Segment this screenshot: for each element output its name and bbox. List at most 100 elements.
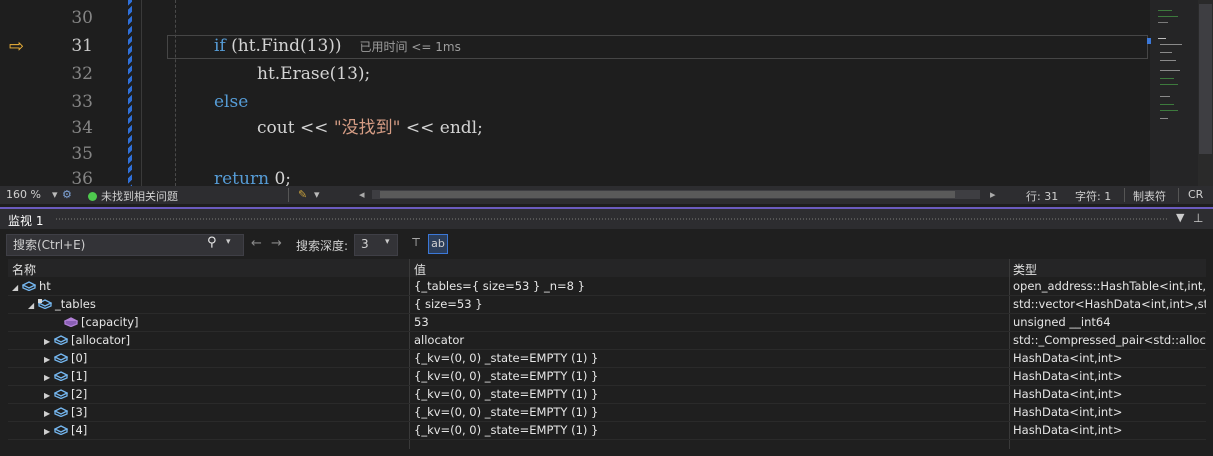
watch-type: HashData<int,int> <box>1013 405 1123 419</box>
line-number: 32 <box>71 64 93 84</box>
code-text-36[interactable]: return 0; <box>214 168 291 186</box>
watch-type: HashData<int,int> <box>1013 423 1123 437</box>
line-indicator[interactable]: 行: 31 <box>1026 188 1058 204</box>
blue-cube-icon <box>54 389 68 399</box>
code-editor[interactable]: ⇨ 30 31 32 33 34 35 36 if (ht.Find(13)) 已… <box>0 0 1213 186</box>
search-next-arrow-icon[interactable]: → <box>271 236 282 251</box>
column-header-name[interactable]: 名称 <box>12 261 36 278</box>
line-number: 35 <box>71 144 93 164</box>
watch-value[interactable]: {_kv=(0, 0) _state=EMPTY (1) } <box>414 387 598 401</box>
column-header-type[interactable]: 类型 <box>1013 261 1037 278</box>
collapsed-triangle-icon[interactable]: ▶ <box>44 355 54 364</box>
watch-value[interactable]: {_kv=(0, 0) _state=EMPTY (1) } <box>414 423 598 437</box>
tabs-indicator[interactable]: 制表符 <box>1133 188 1166 204</box>
line-number: 30 <box>71 8 93 28</box>
watch-panel: 监视 1 ▼ ⊥ ⚲ ▾ ← → 搜索深度: 3 ▾ ⊤ ab 名称 值 类型 … <box>0 209 1213 456</box>
elapsed-time-perftip[interactable]: 已用时间 <= 1ms <box>360 40 461 54</box>
purple-cube-icon <box>64 317 78 327</box>
watch-type: HashData<int,int> <box>1013 351 1123 365</box>
watch-search-input[interactable] <box>11 236 195 254</box>
watch-row[interactable]: ▶ [3] {_kv=(0, 0) _state=EMPTY (1) } Hash… <box>8 404 1206 422</box>
code-line-34[interactable]: 34 <box>0 117 1150 140</box>
line-number: 31 <box>71 36 93 56</box>
code-line-32[interactable]: 32 <box>0 63 1150 86</box>
code-line-36[interactable]: 36 <box>0 168 1150 186</box>
watch-value[interactable]: {_kv=(0, 0) _state=EMPTY (1) } <box>414 405 598 419</box>
search-icon[interactable]: ⚲ <box>207 235 217 250</box>
watch-row[interactable]: ▶ [1] {_kv=(0, 0) _state=EMPTY (1) } Hash… <box>8 368 1206 386</box>
watch-type: HashData<int,int> <box>1013 387 1123 401</box>
intellicode-icon[interactable]: ⚙ <box>62 188 72 201</box>
search-previous-arrow-icon[interactable]: ← <box>251 236 262 251</box>
cleanup-dropdown-chevron-icon[interactable]: ▾ <box>314 188 320 201</box>
watch-type: std::vector<HashData<int,int>,std... <box>1013 297 1206 311</box>
watch-value[interactable]: {_kv=(0, 0) _state=EMPTY (1) } <box>414 351 598 365</box>
watch-value[interactable]: { size=53 } <box>414 297 483 311</box>
watch-panel-header[interactable]: 监视 1 ▼ ⊥ <box>0 209 1213 229</box>
vertical-scrollbar-thumb[interactable] <box>1199 4 1212 154</box>
watch-row[interactable]: ◢ ht {_tables={ size=53 } _n=8 } open_add… <box>8 278 1206 296</box>
collapsed-triangle-icon[interactable]: ▶ <box>44 427 54 436</box>
watch-toolbar: ⚲ ▾ ← → 搜索深度: 3 ▾ ⊤ ab <box>0 231 1213 257</box>
zoom-level[interactable]: 160 % <box>6 188 41 201</box>
blue-cube-icon <box>54 425 68 435</box>
collapsed-triangle-icon[interactable]: ▶ <box>44 391 54 400</box>
expanded-triangle-icon[interactable]: ◢ <box>12 283 22 292</box>
char-indicator[interactable]: 字符: 1 <box>1075 188 1111 204</box>
breakpoint-marker <box>1147 38 1151 44</box>
header-grip <box>56 218 1168 220</box>
pin-watch-icon[interactable]: ⊤ <box>407 234 425 252</box>
change-tracking-bar <box>128 0 132 186</box>
watch-row[interactable]: ▶ [allocator] allocator std::_Compressed_… <box>8 332 1206 350</box>
line-number: 33 <box>71 92 93 112</box>
blue-cube-icon <box>54 353 68 363</box>
watch-type: HashData<int,int> <box>1013 369 1123 383</box>
expanded-triangle-icon[interactable]: ◢ <box>28 301 38 310</box>
watch-row[interactable]: ▶ [0] {_kv=(0, 0) _state=EMPTY (1) } Hash… <box>8 350 1206 368</box>
pin-icon[interactable]: ⊥ <box>1193 211 1203 225</box>
watch-row[interactable]: [capacity] 53 unsigned __int64 <box>8 314 1206 332</box>
code-minimap[interactable] <box>1150 0 1198 186</box>
watch-value[interactable]: 53 <box>414 315 429 329</box>
collapsed-triangle-icon[interactable]: ▶ <box>44 409 54 418</box>
watch-value[interactable]: {_kv=(0, 0) _state=EMPTY (1) } <box>414 369 598 383</box>
watch-value[interactable]: {_tables={ size=53 } _n=8 } <box>414 279 585 293</box>
watch-type: open_address::HashTable<int,int,... <box>1013 279 1206 293</box>
zoom-dropdown-chevron-icon[interactable]: ▾ <box>52 188 58 201</box>
scroll-right-icon[interactable]: ▸ <box>990 188 996 201</box>
chevron-down-icon: ▾ <box>385 237 390 247</box>
watch-row[interactable]: ▶ [4] {_kv=(0, 0) _state=EMPTY (1) } Hash… <box>8 422 1206 440</box>
code-line-35[interactable]: 35 <box>0 143 1150 166</box>
column-header-value[interactable]: 值 <box>414 261 426 278</box>
code-text-34[interactable]: cout << "没找到" << endl; <box>257 117 483 140</box>
watch-grid-header: 名称 值 类型 <box>8 259 1206 277</box>
window-options-chevron-icon[interactable]: ▼ <box>1176 211 1184 224</box>
private-field-icon <box>38 299 52 309</box>
collapsed-triangle-icon[interactable]: ▶ <box>44 373 54 382</box>
watch-row[interactable]: ◢ _tables { size=53 } std::vector<HashDat… <box>8 296 1206 314</box>
code-line-33[interactable]: 33 <box>0 91 1150 114</box>
watch-value[interactable]: allocator <box>414 333 464 347</box>
search-depth-select[interactable]: 3 ▾ <box>354 234 398 256</box>
scroll-left-icon[interactable]: ◂ <box>359 188 365 201</box>
search-options-chevron-icon[interactable]: ▾ <box>226 237 231 247</box>
horizontal-scrollbar-thumb[interactable] <box>380 191 955 198</box>
indent-guide <box>175 0 176 186</box>
line-ending-indicator[interactable]: CR <box>1188 188 1203 201</box>
outline-margin <box>141 0 142 186</box>
watch-row[interactable]: ▶ [2] {_kv=(0, 0) _state=EMPTY (1) } Hash… <box>8 386 1206 404</box>
collapsed-triangle-icon[interactable]: ▶ <box>44 337 54 346</box>
code-text-31[interactable]: if (ht.Find(13)) 已用时间 <= 1ms <box>214 35 461 59</box>
issues-status[interactable]: 未找到相关问题 <box>88 188 178 204</box>
line-number: 34 <box>71 118 93 138</box>
watch-panel-title[interactable]: 监视 1 <box>8 212 43 229</box>
watch-search-box[interactable]: ⚲ ▾ <box>6 234 244 256</box>
blue-cube-icon <box>54 335 68 345</box>
brush-cleanup-icon[interactable]: ✎ <box>298 188 307 201</box>
blue-cube-icon <box>54 407 68 417</box>
blue-cube-icon <box>54 371 68 381</box>
view-as-hex-toggle-icon[interactable]: ab <box>428 234 448 254</box>
code-text-33[interactable]: else <box>214 91 248 114</box>
code-line-30[interactable]: 30 <box>0 7 1150 30</box>
code-text-32[interactable]: ht.Erase(13); <box>257 63 370 86</box>
